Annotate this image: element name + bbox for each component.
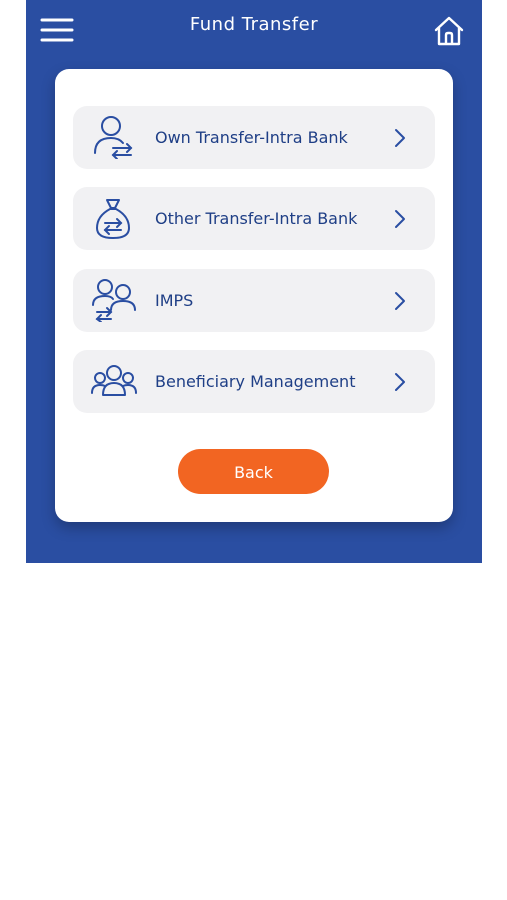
option-other-transfer[interactable]: Other Transfer-Intra Bank <box>73 187 435 250</box>
user-transfer-icon <box>91 115 137 160</box>
users-transfer-icon <box>91 278 137 323</box>
home-button[interactable] <box>432 14 466 48</box>
option-label: Other Transfer-Intra Bank <box>155 209 358 228</box>
option-imps[interactable]: IMPS <box>73 269 435 332</box>
back-button[interactable]: Back <box>178 449 329 494</box>
money-bag-transfer-icon <box>91 196 137 240</box>
option-label: IMPS <box>155 291 194 310</box>
options-card: Own Transfer-Intra Bank Other Transfer-I… <box>55 69 453 522</box>
option-label: Own Transfer-Intra Bank <box>155 128 348 147</box>
chevron-right-icon <box>395 129 405 147</box>
chevron-right-icon <box>395 292 405 310</box>
option-beneficiary-management[interactable]: Beneficiary Management <box>73 350 435 413</box>
app-panel: Fund Transfer Own Transfer-Intra Bank Ot… <box>26 0 482 563</box>
option-own-transfer[interactable]: Own Transfer-Intra Bank <box>73 106 435 169</box>
home-icon <box>434 16 464 46</box>
option-label: Beneficiary Management <box>155 372 356 391</box>
chevron-right-icon <box>395 210 405 228</box>
chevron-right-icon <box>395 373 405 391</box>
group-users-icon <box>91 359 137 403</box>
page-title: Fund Transfer <box>189 14 319 35</box>
